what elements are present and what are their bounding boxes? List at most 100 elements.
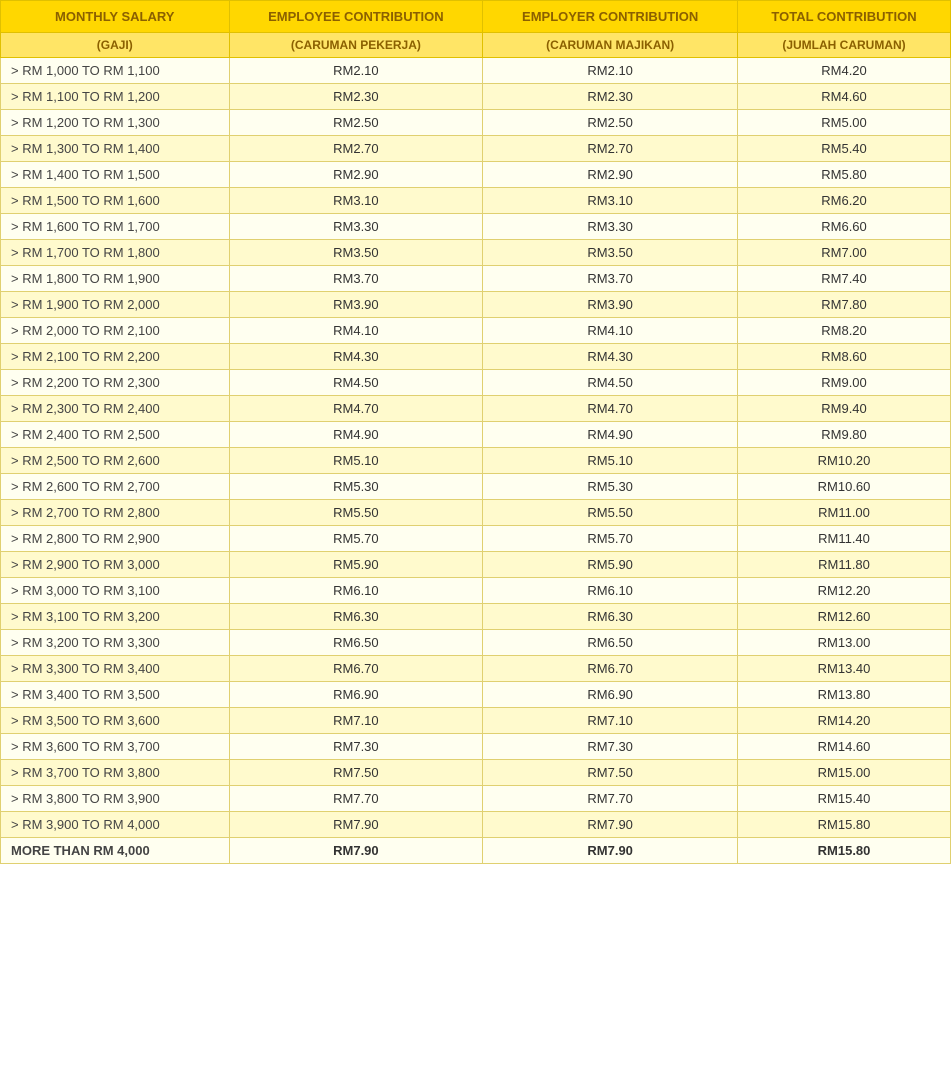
employee-contribution-cell: RM4.70: [229, 396, 483, 422]
total-contribution-cell: RM4.20: [738, 58, 951, 84]
table-row: > RM 2,500 TO RM 2,600RM5.10RM5.10RM10.2…: [1, 448, 951, 474]
total-contribution-cell: RM7.40: [738, 266, 951, 292]
employee-contribution-cell: RM6.70: [229, 656, 483, 682]
total-contribution-cell: RM6.60: [738, 214, 951, 240]
salary-range-cell: > RM 3,700 TO RM 3,800: [1, 760, 230, 786]
table-row: > RM 3,200 TO RM 3,300RM6.50RM6.50RM13.0…: [1, 630, 951, 656]
total-contribution-cell: RM5.40: [738, 136, 951, 162]
employee-contribution-cell: RM2.70: [229, 136, 483, 162]
employee-contribution-cell: RM2.30: [229, 84, 483, 110]
employee-contribution-cell: RM6.10: [229, 578, 483, 604]
total-contribution-cell: RM8.20: [738, 318, 951, 344]
table-row: > RM 2,400 TO RM 2,500RM4.90RM4.90RM9.80: [1, 422, 951, 448]
salary-range-cell: > RM 2,200 TO RM 2,300: [1, 370, 230, 396]
employer-contribution-cell: RM3.30: [483, 214, 738, 240]
total-contribution-cell: RM15.40: [738, 786, 951, 812]
col-employer-contribution-header: EMPLOYER CONTRIBUTION: [483, 1, 738, 33]
salary-range-cell: > RM 1,900 TO RM 2,000: [1, 292, 230, 318]
employee-contribution-cell: RM3.10: [229, 188, 483, 214]
employee-contribution-cell: RM3.30: [229, 214, 483, 240]
employer-contribution-cell: RM6.70: [483, 656, 738, 682]
table-row: > RM 3,700 TO RM 3,800RM7.50RM7.50RM15.0…: [1, 760, 951, 786]
employer-contribution-cell: RM4.90: [483, 422, 738, 448]
employer-contribution-cell: RM5.30: [483, 474, 738, 500]
employer-contribution-cell: RM2.10: [483, 58, 738, 84]
col-employee-contribution-sub: (CARUMAN PEKERJA): [229, 33, 483, 58]
table-row: > RM 3,600 TO RM 3,700RM7.30RM7.30RM14.6…: [1, 734, 951, 760]
employer-contribution-cell: RM3.10: [483, 188, 738, 214]
employee-contribution-cell: RM7.10: [229, 708, 483, 734]
total-contribution-cell: RM6.20: [738, 188, 951, 214]
employer-contribution-cell: RM6.50: [483, 630, 738, 656]
salary-range-cell: > RM 2,300 TO RM 2,400: [1, 396, 230, 422]
salary-range-cell: > RM 3,300 TO RM 3,400: [1, 656, 230, 682]
employee-contribution-cell: RM3.70: [229, 266, 483, 292]
table-row: > RM 3,400 TO RM 3,500RM6.90RM6.90RM13.8…: [1, 682, 951, 708]
employee-contribution-cell: RM5.50: [229, 500, 483, 526]
col-monthly-salary-header: MONTHLY SALARY: [1, 1, 230, 33]
salary-range-cell: > RM 2,500 TO RM 2,600: [1, 448, 230, 474]
table-row: > RM 3,800 TO RM 3,900RM7.70RM7.70RM15.4…: [1, 786, 951, 812]
table-row: > RM 1,100 TO RM 1,200RM2.30RM2.30RM4.60: [1, 84, 951, 110]
salary-range-cell: > RM 1,100 TO RM 1,200: [1, 84, 230, 110]
table-row: > RM 2,700 TO RM 2,800RM5.50RM5.50RM11.0…: [1, 500, 951, 526]
salary-range-cell: > RM 2,700 TO RM 2,800: [1, 500, 230, 526]
salary-range-cell: > RM 3,900 TO RM 4,000: [1, 812, 230, 838]
table-row: > RM 1,200 TO RM 1,300RM2.50RM2.50RM5.00: [1, 110, 951, 136]
employer-contribution-cell: RM7.30: [483, 734, 738, 760]
salary-range-cell: > RM 1,200 TO RM 1,300: [1, 110, 230, 136]
employer-contribution-cell: RM7.10: [483, 708, 738, 734]
table-row: > RM 1,800 TO RM 1,900RM3.70RM3.70RM7.40: [1, 266, 951, 292]
employer-contribution-cell: RM5.50: [483, 500, 738, 526]
table-row: MORE THAN RM 4,000RM7.90RM7.90RM15.80: [1, 838, 951, 864]
employee-contribution-cell: RM7.90: [229, 838, 483, 864]
employee-contribution-cell: RM2.50: [229, 110, 483, 136]
table-row: > RM 2,000 TO RM 2,100RM4.10RM4.10RM8.20: [1, 318, 951, 344]
employer-contribution-cell: RM2.90: [483, 162, 738, 188]
employer-contribution-cell: RM3.90: [483, 292, 738, 318]
total-contribution-cell: RM9.80: [738, 422, 951, 448]
total-contribution-cell: RM13.40: [738, 656, 951, 682]
employer-contribution-cell: RM5.70: [483, 526, 738, 552]
salary-range-cell: > RM 2,800 TO RM 2,900: [1, 526, 230, 552]
employee-contribution-cell: RM5.10: [229, 448, 483, 474]
total-contribution-cell: RM14.20: [738, 708, 951, 734]
table-row: > RM 1,700 TO RM 1,800RM3.50RM3.50RM7.00: [1, 240, 951, 266]
total-contribution-cell: RM11.80: [738, 552, 951, 578]
total-contribution-cell: RM10.60: [738, 474, 951, 500]
total-contribution-cell: RM15.00: [738, 760, 951, 786]
total-contribution-cell: RM15.80: [738, 812, 951, 838]
employee-contribution-cell: RM6.50: [229, 630, 483, 656]
employee-contribution-cell: RM5.90: [229, 552, 483, 578]
employer-contribution-cell: RM4.10: [483, 318, 738, 344]
table-row: > RM 2,600 TO RM 2,700RM5.30RM5.30RM10.6…: [1, 474, 951, 500]
employer-contribution-cell: RM6.90: [483, 682, 738, 708]
employee-contribution-cell: RM4.30: [229, 344, 483, 370]
employer-contribution-cell: RM3.50: [483, 240, 738, 266]
employee-contribution-cell: RM4.10: [229, 318, 483, 344]
employee-contribution-cell: RM3.50: [229, 240, 483, 266]
salary-range-cell: > RM 1,600 TO RM 1,700: [1, 214, 230, 240]
salary-range-cell: > RM 2,000 TO RM 2,100: [1, 318, 230, 344]
salary-range-cell: > RM 1,000 TO RM 1,100: [1, 58, 230, 84]
employee-contribution-cell: RM4.50: [229, 370, 483, 396]
table-row: > RM 2,800 TO RM 2,900RM5.70RM5.70RM11.4…: [1, 526, 951, 552]
employer-contribution-cell: RM2.70: [483, 136, 738, 162]
table-row: > RM 1,600 TO RM 1,700RM3.30RM3.30RM6.60: [1, 214, 951, 240]
employee-contribution-cell: RM4.90: [229, 422, 483, 448]
employee-contribution-cell: RM5.70: [229, 526, 483, 552]
sub-header-row: (GAJI) (CARUMAN PEKERJA) (CARUMAN MAJIKA…: [1, 33, 951, 58]
salary-range-cell: > RM 2,400 TO RM 2,500: [1, 422, 230, 448]
total-contribution-cell: RM9.40: [738, 396, 951, 422]
table-body: > RM 1,000 TO RM 1,100RM2.10RM2.10RM4.20…: [1, 58, 951, 864]
table-row: > RM 1,500 TO RM 1,600RM3.10RM3.10RM6.20: [1, 188, 951, 214]
table-row: > RM 1,300 TO RM 1,400RM2.70RM2.70RM5.40: [1, 136, 951, 162]
total-contribution-cell: RM5.00: [738, 110, 951, 136]
table-row: > RM 2,300 TO RM 2,400RM4.70RM4.70RM9.40: [1, 396, 951, 422]
col-total-contribution-sub: (JUMLAH CARUMAN): [738, 33, 951, 58]
table-row: > RM 1,900 TO RM 2,000RM3.90RM3.90RM7.80: [1, 292, 951, 318]
total-contribution-cell: RM12.20: [738, 578, 951, 604]
salary-range-cell: > RM 1,700 TO RM 1,800: [1, 240, 230, 266]
employee-contribution-cell: RM2.90: [229, 162, 483, 188]
employee-contribution-cell: RM7.30: [229, 734, 483, 760]
